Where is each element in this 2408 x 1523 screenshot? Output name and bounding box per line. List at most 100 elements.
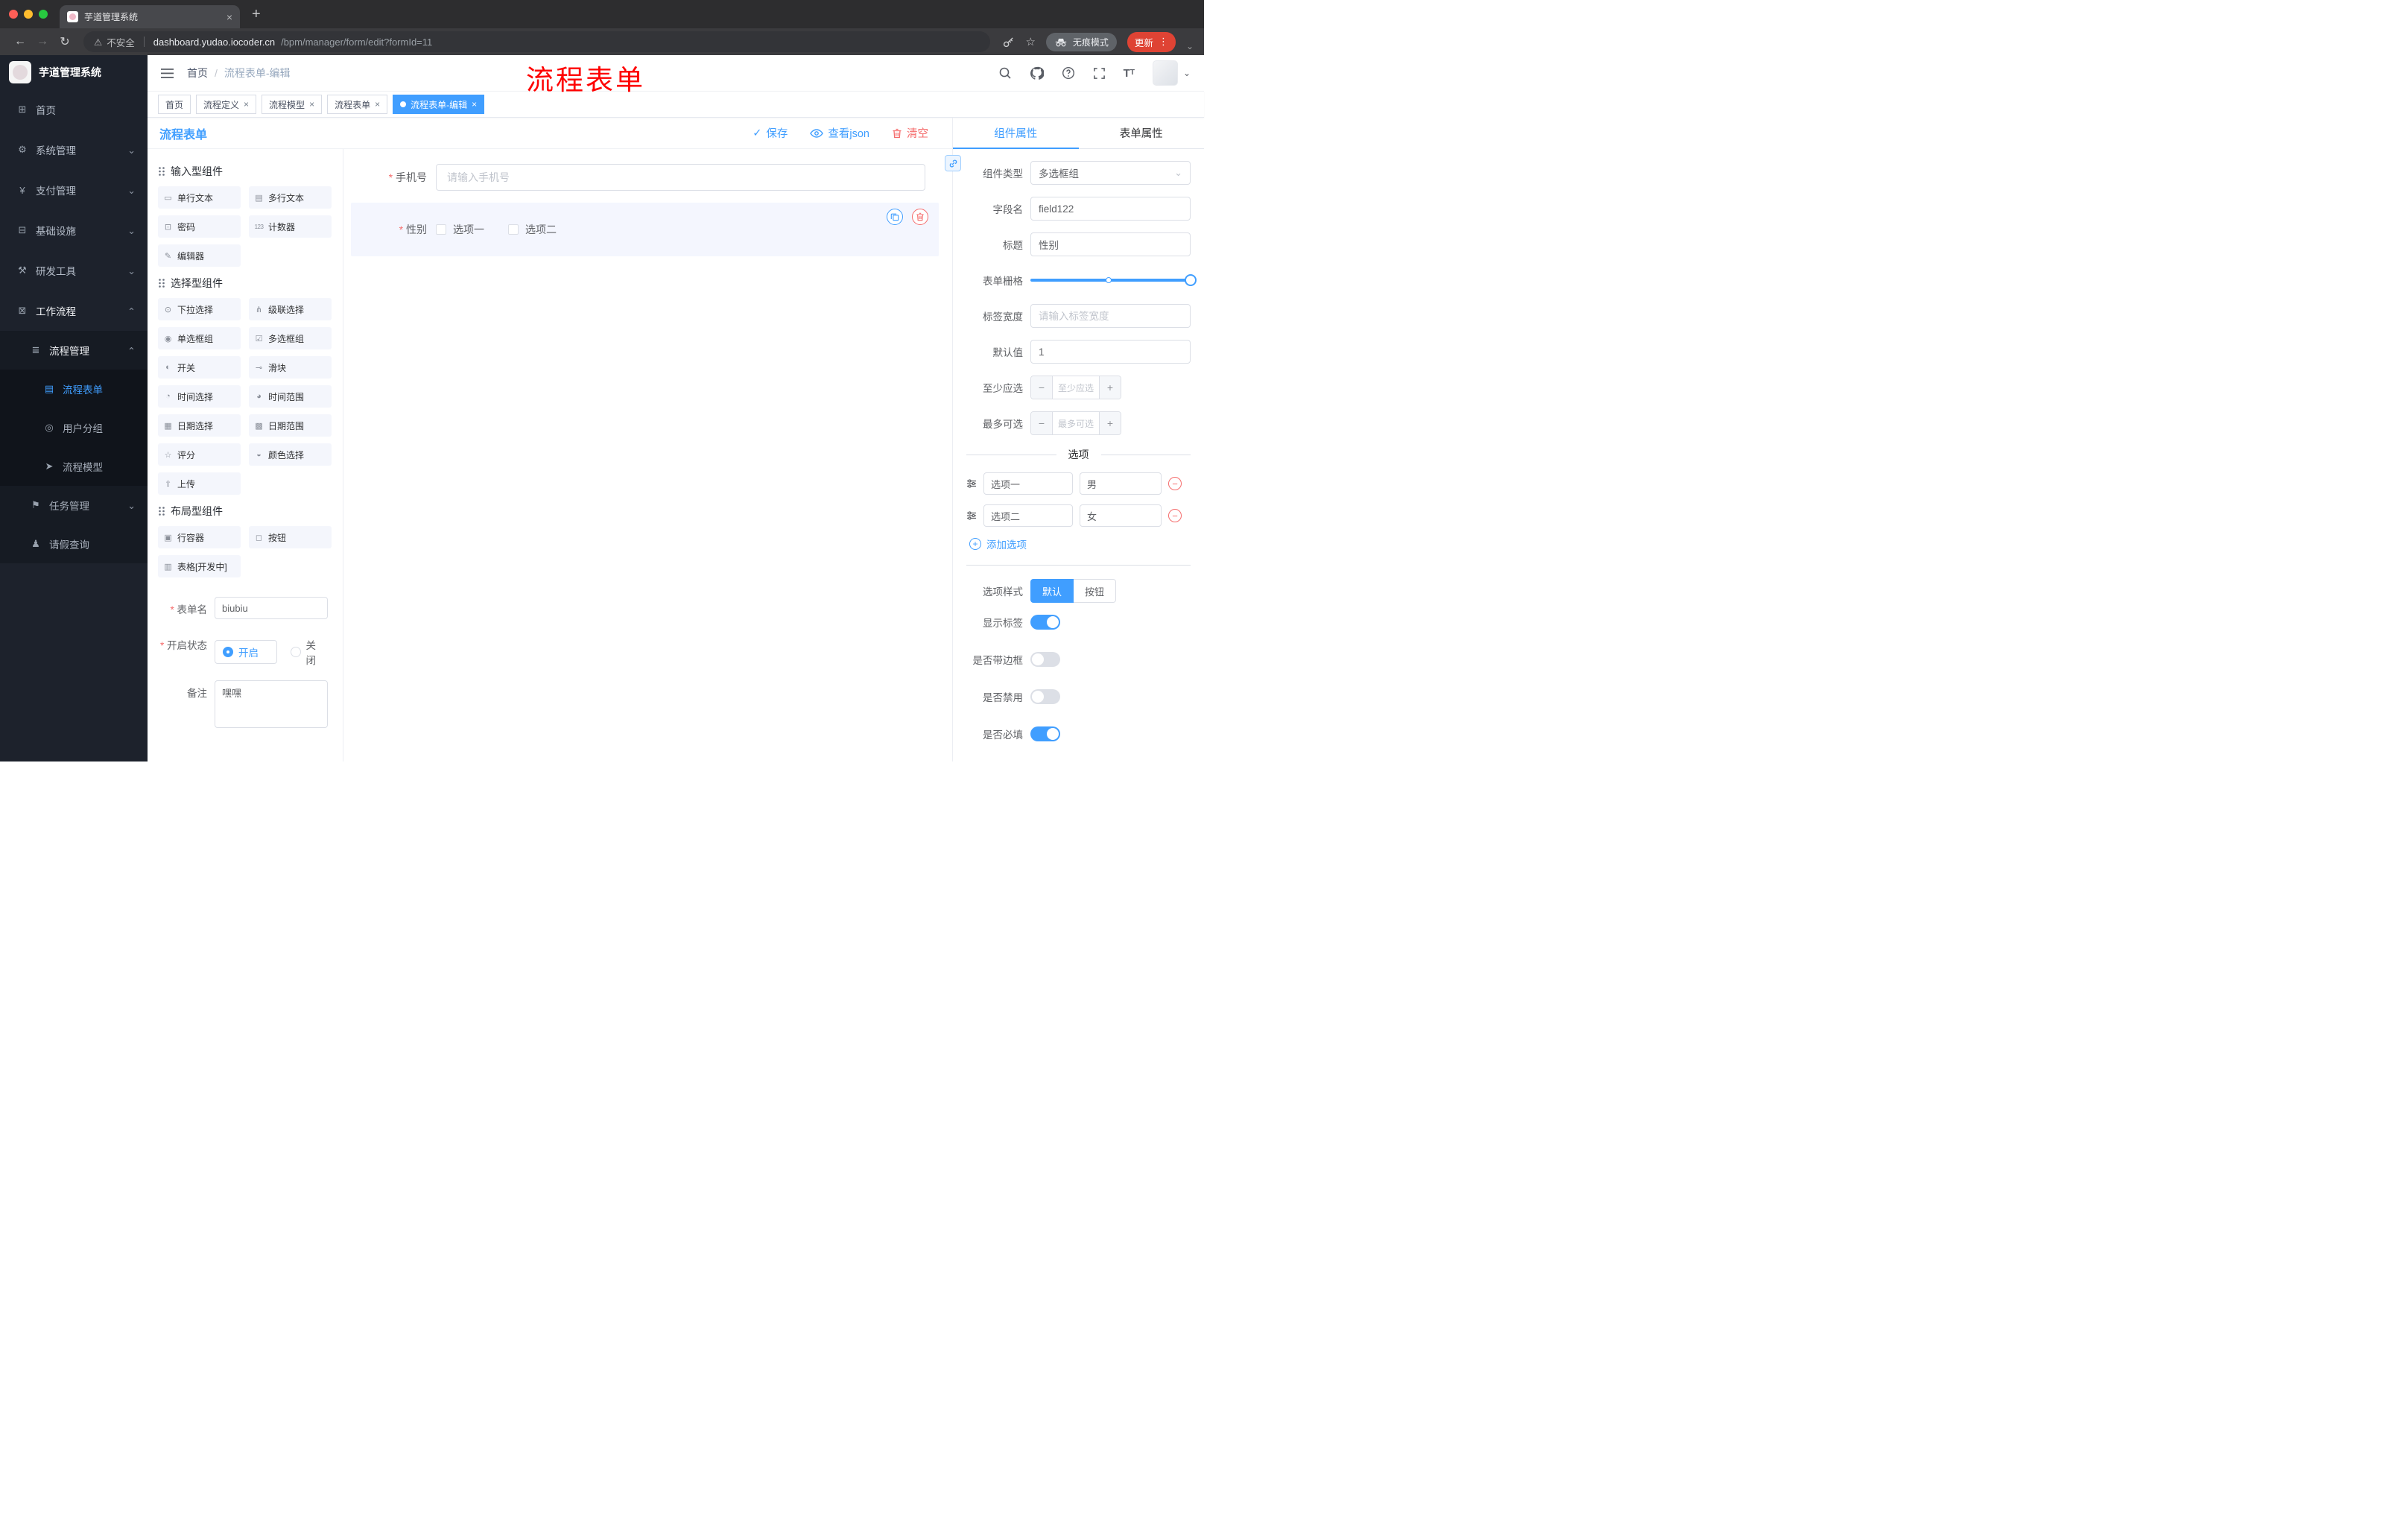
- sidebar-item-infrastructure[interactable]: ⊟ 基础设施 ⌄: [0, 210, 148, 250]
- disabled-toggle[interactable]: [1030, 689, 1060, 704]
- radio-open[interactable]: 开启: [215, 640, 277, 664]
- remove-option-icon[interactable]: −: [1168, 509, 1182, 522]
- update-button[interactable]: 更新 ⋮: [1127, 31, 1176, 52]
- forward-icon[interactable]: →: [33, 35, 52, 48]
- close-icon[interactable]: ×: [472, 99, 477, 110]
- option-value-input[interactable]: [1080, 472, 1162, 495]
- address-bar[interactable]: ⚠ 不安全 dashboard.yudao.iocoder.cn/bpm/mana…: [83, 31, 991, 52]
- palette-item-date-picker[interactable]: ▦ 日期选择: [158, 414, 241, 437]
- slider-handle[interactable]: [1185, 274, 1197, 286]
- close-icon[interactable]: ×: [244, 99, 249, 110]
- save-button[interactable]: ✓ 保存: [752, 125, 788, 141]
- palette-item-switch[interactable]: ◐ 开关: [158, 356, 241, 379]
- fullscreen-icon[interactable]: [1093, 67, 1106, 80]
- option-label-input[interactable]: [983, 504, 1073, 527]
- view-json-button[interactable]: 查看json: [810, 125, 869, 141]
- palette-item-single-line-text[interactable]: ▭ 单行文本: [158, 186, 241, 209]
- palette-item-counter[interactable]: 123 计数器: [249, 215, 332, 238]
- sidebar-item-payment[interactable]: ¥ 支付管理 ⌄: [0, 170, 148, 210]
- add-option-button[interactable]: + 添加选项: [969, 536, 1191, 551]
- security-warning[interactable]: ⚠ 不安全: [94, 35, 135, 49]
- palette-item-row-container[interactable]: ▣ 行容器: [158, 526, 241, 548]
- style-button-button[interactable]: 按钮: [1074, 579, 1117, 603]
- option-value-input[interactable]: [1080, 504, 1162, 527]
- form-name-input[interactable]: [215, 597, 328, 619]
- palette-item-time-picker[interactable]: ◔ 时间选择: [158, 385, 241, 408]
- drag-handle-icon[interactable]: [966, 479, 977, 488]
- sidebar-item-leave-query[interactable]: ♟ 请假查询: [0, 525, 148, 563]
- palette-item-select[interactable]: ⊙ 下拉选择: [158, 298, 241, 320]
- help-icon[interactable]: [1062, 66, 1075, 80]
- palette-item-password[interactable]: ⊡ 密码: [158, 215, 241, 238]
- tag-home[interactable]: 首页: [158, 95, 191, 114]
- border-toggle[interactable]: [1030, 652, 1060, 667]
- sidebar-item-process-model[interactable]: ➤ 流程模型: [0, 447, 148, 486]
- breadcrumb-home[interactable]: 首页: [187, 66, 208, 80]
- new-tab-button[interactable]: +: [252, 7, 261, 22]
- sidebar-logo[interactable]: 芋道管理系统: [0, 55, 148, 89]
- palette-item-cascader[interactable]: ⋔ 级联选择: [249, 298, 332, 320]
- clear-button[interactable]: 清空: [892, 125, 928, 141]
- option-label-input[interactable]: [983, 472, 1073, 495]
- title-input[interactable]: [1030, 232, 1191, 256]
- window-minimize-button[interactable]: [24, 10, 33, 19]
- palette-item-table[interactable]: ▥ 表格[开发中]: [158, 555, 241, 577]
- sidebar-item-user-group[interactable]: ◎ 用户分组: [0, 408, 148, 447]
- gender-widget-selected[interactable]: 性别 选项一 选项二: [351, 203, 939, 256]
- close-icon[interactable]: ×: [375, 99, 380, 110]
- copy-widget-button[interactable]: [887, 209, 903, 225]
- tag-process-model[interactable]: 流程模型 ×: [262, 95, 323, 114]
- palette-item-color-picker[interactable]: ◒ 颜色选择: [249, 443, 332, 466]
- minus-button[interactable]: −: [1031, 376, 1053, 399]
- hamburger-icon[interactable]: [161, 68, 174, 79]
- phone-input[interactable]: [436, 164, 925, 191]
- tab-close-icon[interactable]: ×: [226, 11, 232, 23]
- remove-option-icon[interactable]: −: [1168, 477, 1182, 490]
- palette-item-editor[interactable]: ✎ 编辑器: [158, 244, 241, 267]
- default-value-input[interactable]: [1030, 340, 1191, 364]
- sidebar-item-home[interactable]: ⊞ 首页: [0, 89, 148, 130]
- reload-icon[interactable]: ↻: [55, 34, 75, 49]
- sidebar-item-devtools[interactable]: ⚒ 研发工具 ⌄: [0, 250, 148, 291]
- style-default-button[interactable]: 默认: [1030, 579, 1074, 603]
- plus-button[interactable]: +: [1099, 376, 1121, 399]
- sidebar-item-process-management[interactable]: ≣ 流程管理 ⌄: [0, 331, 148, 370]
- tag-process-definition[interactable]: 流程定义 ×: [196, 95, 257, 114]
- toolbar-chevron-icon[interactable]: ⌄: [1186, 41, 1194, 51]
- panel-link-handle[interactable]: [945, 155, 961, 171]
- label-width-input[interactable]: [1030, 304, 1191, 328]
- sidebar-item-system[interactable]: ⚙ 系统管理 ⌄: [0, 130, 148, 170]
- window-close-button[interactable]: [9, 10, 18, 19]
- browser-tab[interactable]: 芋道管理系统 ×: [60, 5, 240, 28]
- tag-process-form[interactable]: 流程表单 ×: [327, 95, 388, 114]
- github-icon[interactable]: [1030, 66, 1044, 80]
- font-size-icon[interactable]: TT: [1124, 68, 1135, 79]
- close-icon[interactable]: ×: [309, 99, 314, 110]
- palette-item-time-range[interactable]: ◕ 时间范围: [249, 385, 332, 408]
- user-menu[interactable]: ⌄: [1152, 60, 1191, 86]
- search-icon[interactable]: [998, 66, 1012, 80]
- radio-closed[interactable]: 关闭: [290, 637, 316, 667]
- phone-field-row[interactable]: 手机号: [370, 164, 925, 191]
- required-toggle[interactable]: [1030, 726, 1060, 741]
- grid-span-slider[interactable]: [1030, 268, 1197, 292]
- minus-button[interactable]: −: [1031, 412, 1053, 434]
- checkbox-option-2[interactable]: 选项二: [508, 222, 557, 237]
- palette-item-checkbox-group[interactable]: ☑ 多选框组: [249, 327, 332, 349]
- palette-item-radio-group[interactable]: ◉ 单选框组: [158, 327, 241, 349]
- max-select-placeholder[interactable]: 最多可选: [1053, 412, 1099, 434]
- sidebar-item-task-management[interactable]: ⚑ 任务管理 ⌄: [0, 486, 148, 525]
- tab-form-props[interactable]: 表单属性: [1079, 118, 1205, 148]
- browser-menu-icon[interactable]: ⋮: [1159, 36, 1168, 48]
- show-label-toggle[interactable]: [1030, 615, 1060, 630]
- sidebar-item-workflow[interactable]: ⊠ 工作流程 ⌄: [0, 291, 148, 331]
- palette-item-upload[interactable]: ⇧ 上传: [158, 472, 241, 495]
- back-icon[interactable]: ←: [10, 35, 30, 48]
- field-name-input[interactable]: [1030, 197, 1191, 221]
- password-key-icon[interactable]: [1002, 36, 1015, 48]
- palette-item-slider[interactable]: ⊸ 滑块: [249, 356, 332, 379]
- form-remark-textarea[interactable]: 嘿嘿: [215, 680, 328, 728]
- min-select-placeholder[interactable]: 至少应选: [1053, 376, 1099, 399]
- bookmark-star-icon[interactable]: ☆: [1025, 35, 1035, 48]
- delete-widget-button[interactable]: [912, 209, 928, 225]
